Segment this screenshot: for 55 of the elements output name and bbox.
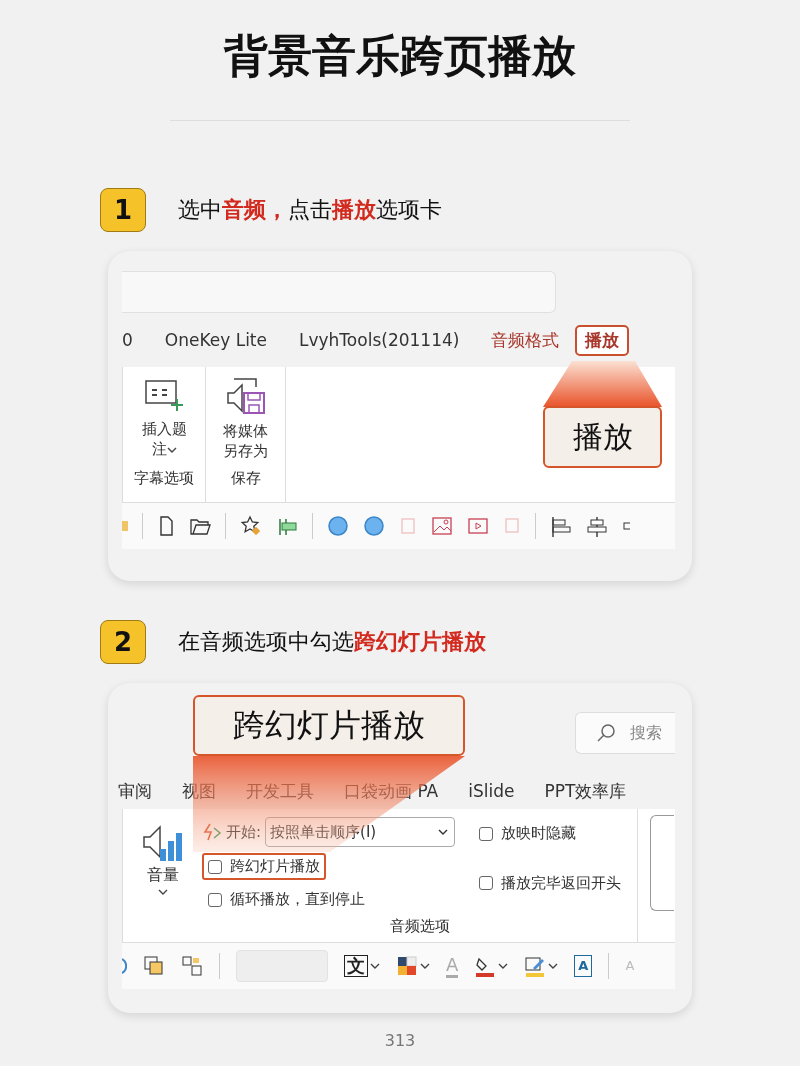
callout-label: 跨幻灯片播放 — [193, 695, 465, 756]
caret-icon[interactable] — [420, 962, 430, 970]
start-label: 开始: — [226, 822, 262, 842]
checkbox-option[interactable]: 跨幻灯片播放 — [202, 853, 326, 880]
volume-icon — [141, 823, 184, 863]
bring-forward-icon[interactable] — [143, 955, 165, 977]
caret-icon[interactable] — [498, 962, 509, 970]
step-badge: 1 — [100, 188, 146, 232]
send-backward-icon[interactable] — [181, 955, 203, 977]
step-badge: 2 — [100, 620, 146, 664]
title-field[interactable] — [122, 271, 556, 313]
text-direction-icon[interactable]: 文 — [344, 955, 368, 977]
checkbox-option[interactable]: 循环播放，直到停止 — [202, 886, 371, 913]
callout-label: 播放 — [543, 406, 662, 468]
search-icon — [596, 723, 616, 743]
caret-icon[interactable] — [548, 962, 559, 970]
caret-icon — [438, 828, 449, 836]
checkbox[interactable] — [479, 876, 494, 890]
ribbon-button[interactable] — [650, 815, 674, 911]
group-label: 保存 — [230, 469, 261, 488]
page-number: 313 — [383, 1031, 417, 1050]
ribbon-tab[interactable]: 音频格式 — [491, 324, 560, 356]
caret-icon[interactable] — [370, 962, 380, 970]
ribbon-button[interactable]: 插入题注 — [131, 377, 197, 465]
step-instruction: 选中音频，点击播放选项卡 — [178, 196, 442, 224]
ribbon-tab[interactable]: 审阅 — [118, 775, 152, 807]
caret-icon — [157, 888, 168, 896]
align-left-icon[interactable] — [550, 515, 572, 537]
text-box-icon[interactable]: A — [574, 955, 593, 977]
ribbon-tab[interactable]: 播放 — [575, 324, 630, 356]
ribbon-button[interactable]: 将媒体另存为 — [212, 377, 279, 465]
fill-bucket-icon[interactable] — [474, 955, 497, 977]
page-title: 背景音乐跨页播放 — [222, 29, 577, 83]
star-icon[interactable] — [240, 515, 262, 537]
group-label: 音频选项 — [388, 917, 451, 937]
image-icon[interactable] — [431, 515, 453, 537]
page-icon[interactable] — [157, 515, 175, 537]
group-label: 字幕选项 — [134, 469, 194, 488]
checkbox-option[interactable]: 播放完毕返回开头 — [473, 869, 628, 897]
ribbon-tab[interactable]: LvyhTools(201114) — [299, 326, 460, 354]
checkbox-option[interactable]: 放映时隐藏 — [473, 820, 583, 847]
step-instruction: 在音频选项中勾选跨幻灯片播放 — [178, 628, 486, 656]
checkbox[interactable] — [479, 826, 494, 841]
search-field[interactable]: 搜索 — [575, 712, 675, 754]
caret-icon — [166, 446, 177, 454]
video-icon[interactable] — [467, 515, 489, 537]
ribbon-tab[interactable]: iSlide — [468, 777, 515, 805]
ribbon-tab[interactable]: 0 — [122, 326, 133, 354]
ribbon-tab[interactable]: PPT效率库 — [544, 775, 627, 807]
align-center-icon[interactable] — [586, 515, 608, 537]
font-size-field[interactable] — [236, 950, 328, 982]
ribbon-tab[interactable]: OneKey Lite — [164, 326, 267, 354]
color-grid-icon[interactable] — [396, 955, 418, 977]
checkbox[interactable] — [208, 892, 222, 907]
checkbox[interactable] — [208, 859, 222, 874]
